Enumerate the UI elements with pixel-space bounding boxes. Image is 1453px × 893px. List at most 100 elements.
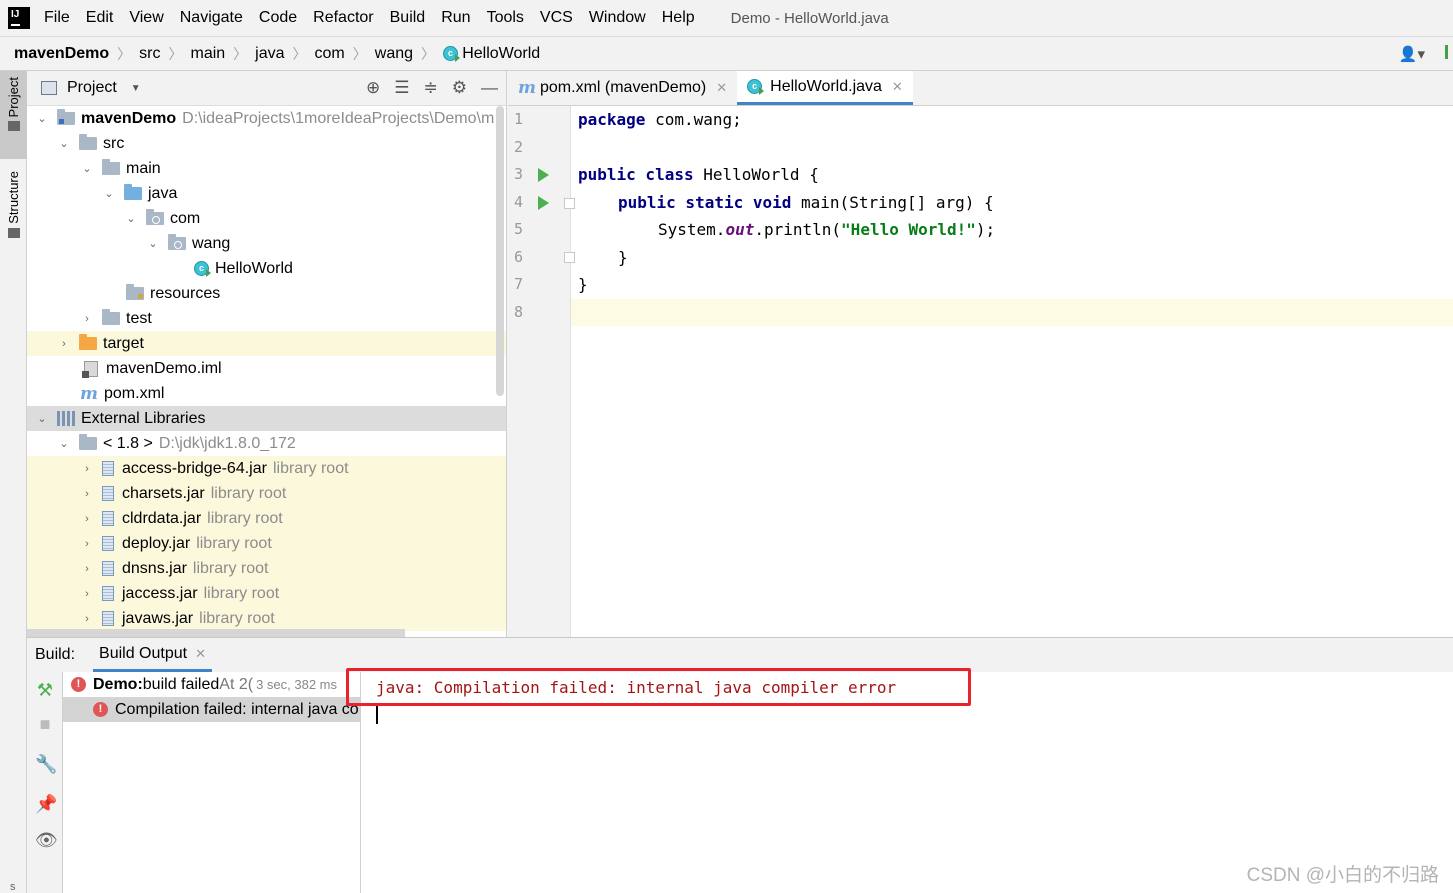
build-error-row[interactable]: ! Compilation failed: internal java co xyxy=(63,697,360,722)
tree-item-pom[interactable]: m pom.xml xyxy=(27,381,506,406)
project-view-selector[interactable]: Project xyxy=(67,79,117,97)
tree-item-jar[interactable]: › javaws.jar library root xyxy=(27,606,506,631)
menu-build[interactable]: Build xyxy=(382,9,434,27)
gear-icon[interactable]: ⚙ xyxy=(452,78,467,98)
tree-item-helloworld[interactable]: c HelloWorld xyxy=(27,256,506,281)
tree-item-path: D:\jdk\jdk1.8.0_172 xyxy=(158,434,296,452)
chevron-right-icon[interactable]: › xyxy=(80,488,94,500)
tree-item-resources[interactable]: resources xyxy=(27,281,506,306)
pin-icon[interactable]: 📌 xyxy=(35,794,57,814)
iml-file-icon xyxy=(82,360,98,378)
tree-item-jar[interactable]: › charsets.jar library root xyxy=(27,481,506,506)
tool-window-structure-tab[interactable]: Structure xyxy=(0,171,27,251)
menu-code[interactable]: Code xyxy=(251,9,305,27)
tree-item-jar[interactable]: › jaccess.jar library root xyxy=(27,581,506,606)
tree-item-jar[interactable]: › dnsns.jar library root xyxy=(27,556,506,581)
tool-window-project-tab[interactable]: Project xyxy=(0,71,27,159)
tab-helloworld-java[interactable]: c HelloWorld.java ✕ xyxy=(737,71,913,105)
tree-item-label: dnsns.jar xyxy=(122,559,187,577)
stop-icon[interactable]: ■ xyxy=(35,714,55,734)
breadcrumb-item-wang[interactable]: wang xyxy=(375,45,413,63)
menu-help[interactable]: Help xyxy=(654,9,703,27)
chevron-right-icon[interactable]: › xyxy=(80,563,94,575)
chevron-down-icon[interactable]: ⌄ xyxy=(124,212,138,225)
tree-item-external-libraries[interactable]: ⌄ External Libraries xyxy=(27,406,506,431)
chevron-right-icon[interactable]: › xyxy=(80,588,94,600)
chevron-right-icon[interactable]: › xyxy=(80,313,94,325)
chevron-right-icon[interactable]: › xyxy=(80,463,94,475)
chevron-down-icon[interactable]: ⌄ xyxy=(80,162,94,175)
chevron-right-icon[interactable]: › xyxy=(57,338,71,350)
chevron-right-icon[interactable]: › xyxy=(80,538,94,550)
tree-item-java[interactable]: ⌄ java xyxy=(27,181,506,206)
tab-pom-xml[interactable]: m pom.xml (mavenDemo) ✕ xyxy=(508,71,737,105)
tree-item-jdk[interactable]: ⌄ < 1.8 > D:\jdk\jdk1.8.0_172 xyxy=(27,431,506,456)
breadcrumb-separator-icon: 〉 xyxy=(421,45,436,62)
menu-file[interactable]: File xyxy=(36,9,78,27)
close-icon[interactable]: ✕ xyxy=(892,79,903,95)
breadcrumb-item-com[interactable]: com xyxy=(315,45,345,63)
java-class-icon: c xyxy=(194,261,211,277)
chevron-down-icon[interactable]: ⌄ xyxy=(35,112,49,125)
tree-item-src[interactable]: ⌄ src xyxy=(27,131,506,156)
tab-build-output[interactable]: Build Output ✕ xyxy=(93,639,212,672)
menu-window[interactable]: Window xyxy=(581,9,654,27)
build-result-row[interactable]: ! Demo: build failed At 2( 3 sec, 382 ms xyxy=(63,672,360,697)
breadcrumb-item-main[interactable]: main xyxy=(190,45,225,63)
chevron-down-icon[interactable]: ⌄ xyxy=(57,137,71,150)
expand-all-icon[interactable]: ☰ xyxy=(394,78,409,98)
menu-tools[interactable]: Tools xyxy=(479,9,532,27)
run-gutter-icon[interactable] xyxy=(538,196,549,210)
tree-item-label: pom.xml xyxy=(104,384,165,402)
code-editor[interactable]: 1 2 3 4 5 6 7 8 package com.wang; public… xyxy=(508,106,1453,637)
chevron-right-icon[interactable]: › xyxy=(80,613,94,625)
run-gutter-icon[interactable] xyxy=(538,168,549,182)
menu-view[interactable]: View xyxy=(121,9,171,27)
chevron-right-icon[interactable]: › xyxy=(80,513,94,525)
wrench-icon[interactable]: 🔧 xyxy=(35,754,57,774)
breadcrumb-separator-icon: 〉 xyxy=(168,45,183,62)
close-icon[interactable]: ✕ xyxy=(195,646,206,662)
line-number: 6 xyxy=(514,248,524,266)
code-line: public class HelloWorld { xyxy=(578,165,819,184)
chevron-down-icon[interactable]: ▼ xyxy=(131,83,141,94)
tree-item-com[interactable]: ⌄ com xyxy=(27,206,506,231)
tree-item-target[interactable]: › target xyxy=(27,331,506,356)
user-account-icon[interactable]: 👤▾ xyxy=(1399,45,1425,63)
menu-vcs[interactable]: VCS xyxy=(532,9,581,27)
hide-panel-icon[interactable]: — xyxy=(481,78,498,98)
breadcrumb-item-src[interactable]: src xyxy=(139,45,160,63)
menu-navigate[interactable]: Navigate xyxy=(172,9,251,27)
chevron-down-icon[interactable]: ⌄ xyxy=(57,437,71,450)
breadcrumb-item-helloworld[interactable]: HelloWorld xyxy=(462,45,540,63)
menu-refactor[interactable]: Refactor xyxy=(305,9,381,27)
project-panel: Project ▼ ⊕ ☰ ≑ ⚙ — ⌄ mavenDemo D:\ideaP… xyxy=(27,71,507,637)
collapse-all-icon[interactable]: ≑ xyxy=(424,78,438,98)
vertical-scrollbar[interactable] xyxy=(496,106,504,396)
tree-item-jar[interactable]: › deploy.jar library root xyxy=(27,531,506,556)
locate-target-icon[interactable]: ⊕ xyxy=(366,78,380,98)
tree-item-jar[interactable]: › cldrdata.jar library root xyxy=(27,506,506,531)
tree-item-jar[interactable]: › access-bridge-64.jar library root xyxy=(27,456,506,481)
fold-icon[interactable] xyxy=(564,198,575,209)
build-duration: 3 sec, 382 ms xyxy=(256,677,338,692)
build-hammer-icon[interactable] xyxy=(1445,45,1453,59)
breadcrumb-item-java[interactable]: java xyxy=(255,45,284,63)
tree-item-test[interactable]: › test xyxy=(27,306,506,331)
tree-item-wang[interactable]: ⌄ wang xyxy=(27,231,506,256)
chevron-down-icon[interactable]: ⌄ xyxy=(146,237,160,250)
eye-icon[interactable]: 👁 xyxy=(35,830,58,850)
tree-item-main[interactable]: ⌄ main xyxy=(27,156,506,181)
tree-item-mavendemo[interactable]: ⌄ mavenDemo D:\ideaProjects\1moreIdeaPro… xyxy=(27,106,506,131)
close-icon[interactable]: ✕ xyxy=(716,80,727,96)
fold-icon[interactable] xyxy=(564,252,575,263)
menu-edit[interactable]: Edit xyxy=(78,9,122,27)
chevron-down-icon[interactable]: ⌄ xyxy=(102,187,116,200)
horizontal-scrollbar[interactable] xyxy=(27,629,405,637)
build-hammer-icon[interactable]: ⚒ xyxy=(35,680,55,700)
code-line: public static void main(String[] arg) { xyxy=(618,193,994,212)
breadcrumb-item-mavendemo[interactable]: mavenDemo xyxy=(14,45,109,63)
tree-item-iml[interactable]: mavenDemo.iml xyxy=(27,356,506,381)
menu-run[interactable]: Run xyxy=(433,9,478,27)
chevron-down-icon[interactable]: ⌄ xyxy=(35,412,49,425)
